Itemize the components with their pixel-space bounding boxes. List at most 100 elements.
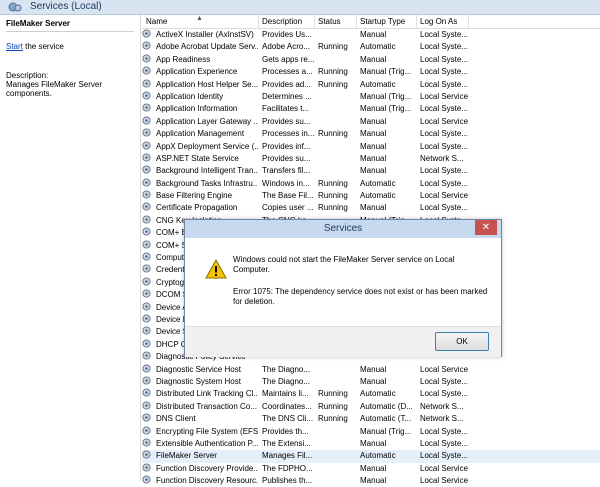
table-row[interactable]: Diagnostic System Host The Diagno... Manua… [142, 376, 600, 388]
column-divider[interactable] [468, 15, 469, 28]
gear-icon [142, 29, 151, 38]
table-row[interactable]: Background Intelligent Tran... Transfers … [142, 165, 600, 177]
gear-icon [142, 326, 151, 335]
service-name: Diagnostic Service Host [156, 364, 241, 374]
table-row[interactable]: Application Identity Determines ... Manual… [142, 91, 600, 103]
gear-icon [142, 302, 151, 311]
ok-button[interactable]: OK [435, 332, 489, 351]
table-row[interactable]: Encrypting File System (EFS) Provides th.… [142, 425, 600, 438]
table-row[interactable]: Application Host Helper Se... Provides ad… [142, 79, 600, 91]
gear-icon [142, 116, 151, 125]
column-divider[interactable] [314, 15, 315, 28]
service-description: The Base Fil... [262, 191, 314, 201]
table-row[interactable]: Application Experience Processes a... Runn… [142, 66, 600, 78]
service-name: Certificate Propagation [156, 203, 238, 213]
table-row[interactable]: Application Management Processes in... Run… [142, 128, 600, 140]
gear-icon [142, 413, 151, 422]
gear-icon [142, 438, 151, 447]
table-row[interactable]: App Readiness Gets apps re... Manual Local … [142, 54, 600, 66]
service-startup-type: Manual [360, 116, 387, 126]
table-row[interactable]: Background Tasks Infrastru... Windows in.… [142, 178, 600, 190]
service-log-on-as: Local Syste... [420, 42, 468, 52]
gear-icon [142, 252, 151, 261]
gear-icon [142, 202, 151, 212]
service-startup-type: Automatic [360, 451, 396, 461]
column-divider[interactable] [416, 15, 417, 28]
table-header: Name ▲ Description Status Startup Type L… [142, 15, 600, 29]
gear-icon [142, 227, 151, 236]
table-row[interactable]: Base Filtering Engine The Base Fil... Runn… [142, 190, 600, 202]
table-row[interactable]: FileMaker Server Manages Fil... Automatic L… [142, 450, 600, 463]
service-log-on-as: Local Syste... [420, 67, 468, 77]
service-description: Processes in... [262, 129, 314, 139]
service-name: Adobe Acrobat Update Serv... [156, 42, 258, 52]
gear-icon [142, 401, 151, 410]
service-description: Provides th... [262, 426, 309, 436]
service-details-panel: FileMaker Server Start the service Descr… [0, 15, 141, 481]
service-log-on-as: Local Service [420, 364, 468, 374]
table-row[interactable]: DNS Client The DNS Cli... Running Automatic… [142, 413, 600, 425]
service-startup-type: Manual [360, 203, 387, 213]
table-row[interactable]: Distributed Transaction Co... Coordinates… [142, 401, 600, 413]
service-log-on-as: Local Syste... [420, 141, 468, 151]
service-description: The Diagno... [262, 364, 311, 374]
gear-icon [142, 178, 151, 187]
service-log-on-as: Local Syste... [420, 79, 468, 89]
gear-icon [142, 450, 151, 459]
gear-icon [142, 41, 151, 50]
table-row[interactable]: Certificate Propagation Copies user ... Ru… [142, 202, 600, 214]
table-row[interactable]: Diagnostic Service Host The Diagno... Manu… [142, 363, 600, 376]
dialog-error-detail: Error 1075: The dependency service does … [233, 287, 488, 306]
service-startup-type: Manual [360, 153, 387, 163]
service-name: Application Identity [156, 91, 224, 101]
gear-icon [142, 425, 151, 435]
table-row[interactable]: ActiveX Installer (AxInstSV) Provides Us.… [142, 29, 600, 41]
column-divider[interactable] [356, 15, 357, 28]
table-row[interactable]: Application Information Facilitates t... M… [142, 103, 600, 115]
service-description: Provides inf... [262, 141, 311, 151]
column-header-startup-type[interactable]: Startup Type [360, 17, 405, 26]
service-description: Windows in... [262, 178, 310, 188]
service-description: Provides ad... [262, 79, 311, 89]
warning-icon [205, 259, 227, 279]
column-header-status[interactable]: Status [318, 17, 341, 26]
service-description: Determines ... [262, 91, 312, 101]
service-log-on-as: Network S... [420, 401, 464, 411]
table-row[interactable]: Adobe Acrobat Update Serv... Adobe Acro..… [142, 41, 600, 53]
service-status: Running [318, 203, 348, 213]
gear-icon [142, 264, 151, 273]
column-divider[interactable] [258, 15, 259, 28]
service-name: Application Information [156, 104, 238, 114]
table-row[interactable]: Distributed Link Tracking Cl... Maintains… [142, 388, 600, 400]
table-row[interactable]: AppX Deployment Service (... Provides inf… [142, 140, 600, 153]
service-startup-type: Automatic [360, 389, 396, 399]
column-header-description[interactable]: Description [262, 17, 302, 26]
gear-icon [142, 91, 151, 100]
table-row[interactable]: ASP.NET State Service Provides su... Manua… [142, 153, 600, 165]
column-header-name[interactable]: Name [146, 17, 167, 26]
service-status: Running [318, 79, 348, 89]
service-startup-type: Manual [360, 129, 387, 139]
dialog-close-button[interactable]: ✕ [475, 220, 497, 235]
gear-icon [142, 376, 151, 385]
gear-icon [142, 103, 151, 112]
service-name: App Readiness [156, 54, 211, 64]
service-startup-type: Manual (Trig... [360, 67, 412, 77]
table-row[interactable]: Application Layer Gateway ... Provides su… [142, 116, 600, 128]
gear-icon [142, 463, 151, 472]
dialog-title-bar[interactable]: Services ✕ [185, 220, 501, 238]
service-description: Provides su... [262, 153, 311, 163]
service-log-on-as: Network S... [420, 153, 464, 163]
gear-icon [142, 339, 151, 348]
service-status: Running [318, 67, 348, 77]
service-name: Background Tasks Infrastru... [156, 178, 258, 188]
table-row[interactable]: Extensible Authentication P... The Extens… [142, 438, 600, 450]
service-name: Application Management [156, 129, 245, 139]
table-row[interactable]: Function Discovery Resourc... Publishes t… [142, 475, 600, 487]
table-row[interactable]: Function Discovery Provide... The FDPHO..… [142, 463, 600, 475]
service-name: Diagnostic System Host [156, 376, 241, 386]
start-service-link[interactable]: Start [6, 42, 23, 51]
description-label: Description: [6, 71, 49, 80]
column-header-log-on-as[interactable]: Log On As [420, 17, 457, 26]
gear-icon [142, 140, 151, 150]
